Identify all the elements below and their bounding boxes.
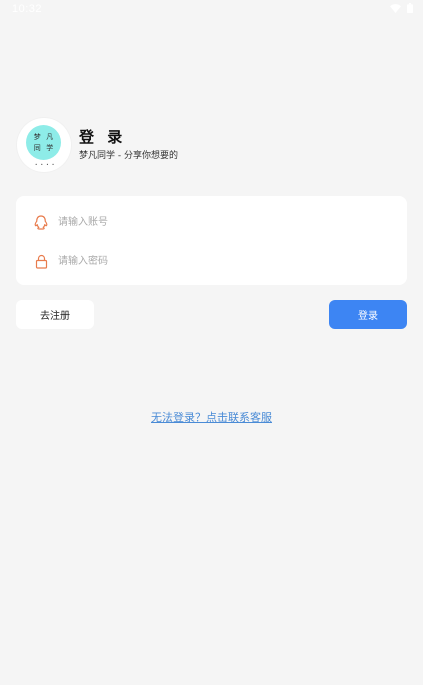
register-button[interactable]: 去注册 xyxy=(16,300,94,329)
login-form-card xyxy=(16,196,407,285)
wifi-icon xyxy=(390,3,401,13)
app-header: 梦 凡 同 学 • • • • 登 录 梦凡同学 - 分享你想要的 xyxy=(17,118,178,172)
account-input[interactable] xyxy=(56,215,360,229)
title-block: 登 录 梦凡同学 - 分享你想要的 xyxy=(79,128,178,162)
status-bar: 10:32 xyxy=(0,0,423,20)
logo-badge: 梦 凡 同 学 xyxy=(26,125,61,160)
status-time: 10:32 xyxy=(12,3,43,15)
logo-char: 梦 xyxy=(33,132,41,141)
battery-icon xyxy=(407,3,413,13)
login-button[interactable]: 登录 xyxy=(329,300,407,329)
page-subtitle: 梦凡同学 - 分享你想要的 xyxy=(79,151,178,161)
password-input[interactable] xyxy=(56,254,360,268)
logo-char: 学 xyxy=(46,144,54,153)
status-icons xyxy=(390,3,413,13)
logo-char: 同 xyxy=(33,144,41,153)
page-title: 登 录 xyxy=(79,128,127,146)
logo-char: 凡 xyxy=(46,132,54,141)
logo-caption: • • • • xyxy=(35,162,56,167)
account-field xyxy=(16,203,407,241)
password-field xyxy=(16,242,407,280)
app-logo: 梦 凡 同 学 • • • • xyxy=(17,118,71,172)
qq-penguin-icon xyxy=(33,214,49,230)
lock-icon xyxy=(33,253,49,269)
contact-support-link[interactable]: 无法登录？点击联系客服 xyxy=(0,409,423,425)
